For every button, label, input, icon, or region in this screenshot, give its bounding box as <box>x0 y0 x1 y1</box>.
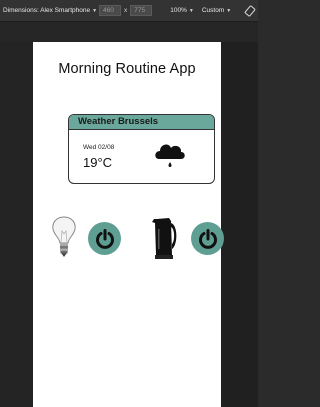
viewport-gutter-right <box>221 42 258 407</box>
weather-card-header: Weather Brussels <box>69 115 214 130</box>
app-viewport: Morning Routine App Weather Brussels Wed… <box>33 42 224 407</box>
devtools-toolbar: Dimensions: Alex Smartphone ▼ 460 x 775 … <box>0 0 258 22</box>
devtools-ruler <box>0 22 258 42</box>
weather-card: Weather Brussels Wed 02/08 19°C <box>68 114 215 184</box>
power-icon <box>198 228 217 249</box>
throttle-dropdown[interactable]: Custom ▼ <box>202 7 231 14</box>
width-input[interactable]: 460 <box>99 5 122 16</box>
power-icon <box>95 228 114 249</box>
chevron-down-icon: ▼ <box>226 7 232 14</box>
page-title: Morning Routine App <box>58 61 196 77</box>
kettle-power-button[interactable] <box>191 222 224 255</box>
lamp-power-button[interactable] <box>88 222 121 255</box>
kettle-icon <box>152 218 177 259</box>
rotate-icon[interactable] <box>244 5 256 17</box>
weather-date: Wed 02/08 <box>83 144 115 151</box>
zoom-dropdown[interactable]: 100% ▼ <box>170 7 194 14</box>
chevron-down-icon: ▼ <box>92 7 98 14</box>
dimension-separator: x <box>124 7 128 14</box>
chevron-down-icon: ▼ <box>188 7 194 14</box>
throttle-label: Custom <box>201 7 225 14</box>
zoom-label: 100% <box>170 7 187 14</box>
weather-temperature: 19°C <box>83 155 113 170</box>
light-bulb-icon <box>52 216 76 257</box>
viewport-gutter-left <box>0 42 33 407</box>
device-label: Dimensions: Alex Smartphone <box>3 7 91 14</box>
rain-cloud-icon <box>155 144 185 167</box>
height-input[interactable]: 775 <box>130 5 153 16</box>
device-dropdown[interactable]: Dimensions: Alex Smartphone ▼ <box>3 7 97 14</box>
